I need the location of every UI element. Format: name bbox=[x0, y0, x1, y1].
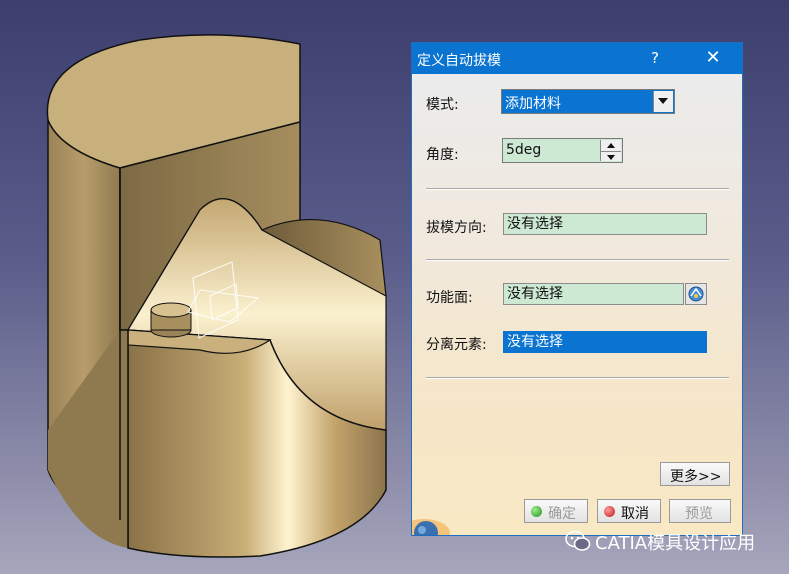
spin-buttons bbox=[600, 140, 621, 161]
mode-selected-value: 添加材料 bbox=[505, 96, 561, 112]
preview-button[interactable]: 预览 bbox=[669, 499, 731, 523]
cad-part[interactable] bbox=[46, 34, 387, 558]
angle-input[interactable]: 5deg bbox=[506, 142, 541, 158]
close-button[interactable]: ✕ bbox=[698, 47, 728, 69]
angle-label: 角度: bbox=[426, 147, 459, 163]
preview-button-label: 预览 bbox=[685, 506, 713, 522]
dropdown-arrow-icon[interactable] bbox=[653, 91, 673, 112]
mode-label: 模式: bbox=[426, 97, 459, 113]
parting-element-label: 分离元素: bbox=[426, 337, 487, 353]
watermark-text: CATIA模具设计应用 bbox=[595, 533, 756, 554]
separator bbox=[426, 259, 729, 261]
ok-button-label: 确定 bbox=[548, 506, 576, 522]
face-pick-icon[interactable] bbox=[685, 283, 707, 305]
dialog-titlebar[interactable]: 定义自动拔模 ? ✕ bbox=[412, 43, 742, 74]
parting-element-field[interactable]: 没有选择 bbox=[503, 331, 707, 353]
spin-down-icon[interactable] bbox=[601, 151, 621, 162]
dialog-title: 定义自动拔模 bbox=[417, 53, 501, 69]
draft-reflect-dialog: 定义自动拔模 ? ✕ 模式: 添加材料 角度: 5deg 拔模方向: 没有选择 … bbox=[411, 42, 743, 536]
pull-direction-field[interactable]: 没有选择 bbox=[503, 213, 707, 235]
angle-spinner[interactable]: 5deg bbox=[502, 138, 623, 163]
spin-up-icon[interactable] bbox=[601, 140, 621, 150]
more-button-label: 更多>> bbox=[670, 469, 722, 485]
more-button[interactable]: 更多>> bbox=[660, 462, 730, 486]
cancel-dot-icon bbox=[604, 506, 615, 517]
separator bbox=[426, 188, 729, 190]
separator bbox=[426, 377, 729, 379]
cancel-button[interactable]: 取消 bbox=[597, 499, 661, 523]
wechat-icon bbox=[565, 530, 591, 551]
catia-globe-icon bbox=[412, 519, 450, 535]
cancel-button-label: 取消 bbox=[621, 506, 649, 522]
watermark: CATIA模具设计应用 bbox=[565, 528, 780, 554]
ok-dot-icon bbox=[531, 506, 542, 517]
pull-direction-label: 拔模方向: bbox=[426, 220, 487, 236]
functional-face-label: 功能面: bbox=[426, 290, 473, 306]
help-button[interactable]: ? bbox=[642, 47, 668, 69]
ok-button[interactable]: 确定 bbox=[524, 499, 588, 523]
mode-dropdown[interactable]: 添加材料 bbox=[501, 89, 675, 114]
functional-face-field[interactable]: 没有选择 bbox=[503, 283, 684, 305]
